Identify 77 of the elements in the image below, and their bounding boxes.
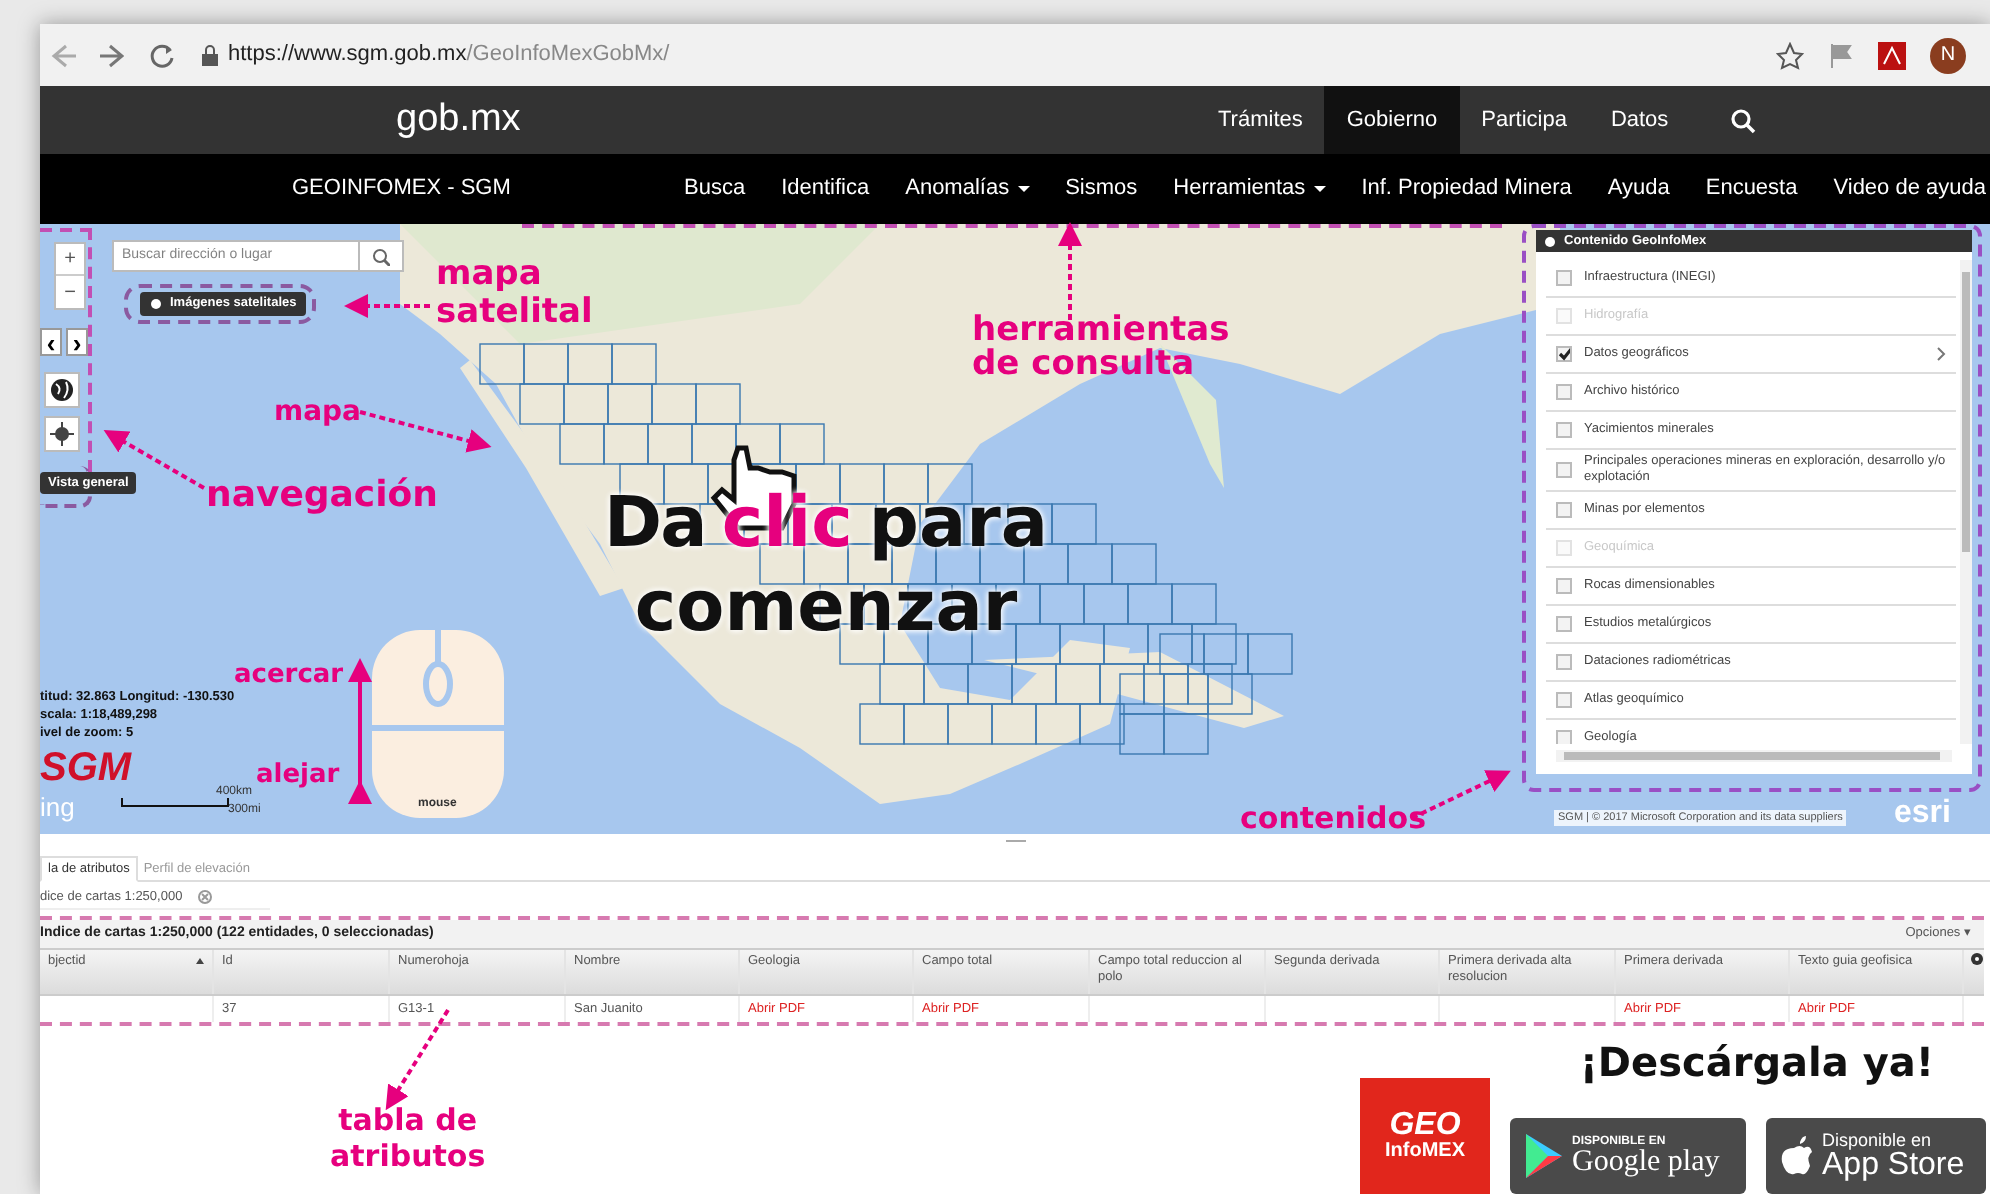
- nav-link[interactable]: Identifica: [781, 172, 870, 206]
- checkbox[interactable]: [1556, 578, 1572, 594]
- header-link[interactable]: Datos: [1588, 86, 1691, 154]
- search-button[interactable]: [360, 240, 404, 272]
- layer-dot-icon: [150, 298, 162, 310]
- caret-icon: [1313, 186, 1326, 192]
- column-settings-icon: [1970, 952, 1984, 966]
- sgm-logo: SGM: [40, 748, 132, 788]
- zoom-in-button[interactable]: +: [56, 244, 84, 276]
- checkbox[interactable]: [1556, 654, 1572, 670]
- annotation-label: alejar: [256, 758, 340, 794]
- nav-link[interactable]: Encuesta: [1705, 172, 1798, 206]
- app-title[interactable]: GEOINFOMEX - SGM: [292, 172, 684, 206]
- nav-link[interactable]: Herramientas: [1173, 172, 1326, 206]
- play-store-icon: [1526, 1134, 1562, 1178]
- chevron-right-icon: [1936, 346, 1946, 362]
- checkmark-icon: [1558, 346, 1570, 362]
- next-extent-button[interactable]: ›: [66, 328, 88, 356]
- scale-bar: [120, 794, 232, 808]
- annotation-label: tabla de atributos: [330, 1102, 486, 1174]
- nav-link[interactable]: Inf. Propiedad Minera: [1361, 172, 1572, 206]
- call-to-action-text[interactable]: para: [868, 484, 1048, 564]
- app-store-badge[interactable]: Disponible en App Store: [1766, 1118, 1986, 1194]
- bing-logo: ing: [40, 794, 75, 820]
- checkbox[interactable]: [1556, 384, 1572, 400]
- annotation-label: acercar: [234, 658, 344, 694]
- header-link[interactable]: Trámites: [1196, 86, 1325, 154]
- close-icon: [198, 890, 213, 904]
- locate-button[interactable]: [44, 416, 80, 452]
- url-field[interactable]: https://www.sgm.gob.mx/GeoInfoMexGobMx/: [228, 38, 670, 72]
- gob-logo[interactable]: gob.mx: [396, 91, 1196, 149]
- reload-icon: [148, 41, 176, 69]
- forward-icon: [100, 41, 124, 69]
- flag-icon: [1828, 41, 1854, 69]
- annotation-label: herramientas de consulta: [972, 314, 1230, 382]
- annotation-label: navegación: [206, 472, 438, 520]
- checkbox[interactable]: [1556, 502, 1572, 518]
- checkbox[interactable]: [1556, 616, 1572, 632]
- annotation-label: mapa satelital: [436, 256, 593, 332]
- vertical-scrollbar[interactable]: [1960, 260, 1972, 744]
- checkbox[interactable]: [1556, 730, 1572, 744]
- checkbox[interactable]: [1556, 462, 1572, 478]
- layer-dot-icon: [1544, 235, 1556, 247]
- annotation-arrow: [344, 294, 430, 318]
- caret-icon: [1017, 186, 1030, 192]
- previous-extent-button[interactable]: ‹: [40, 328, 62, 356]
- annotation-label: contenidos: [1240, 798, 1427, 840]
- checkbox[interactable]: [1556, 692, 1572, 708]
- zoom-out-button[interactable]: −: [56, 276, 84, 308]
- search-icon: [1730, 107, 1757, 133]
- checkbox[interactable]: [1556, 346, 1572, 362]
- lock-icon: [200, 43, 220, 67]
- annotation-label: mapa: [274, 394, 362, 432]
- globe-icon: [50, 378, 74, 402]
- profile-avatar[interactable]: N: [1930, 37, 1966, 73]
- crosshair-icon: [50, 422, 74, 446]
- nav-link[interactable]: Ayuda: [1607, 172, 1670, 206]
- star-icon: [1776, 41, 1804, 69]
- checkbox[interactable]: [1556, 270, 1572, 286]
- checkbox[interactable]: [1556, 422, 1572, 438]
- esri-logo: esri: [1894, 798, 1951, 830]
- back-icon: [48, 41, 76, 69]
- search-icon: [372, 247, 390, 265]
- download-heading: ¡Descárgala ya!: [1579, 1038, 1934, 1086]
- nav-link[interactable]: Busca: [684, 172, 746, 206]
- header-link[interactable]: Gobierno: [1324, 86, 1460, 154]
- geoinfomex-app-logo: GEO InfoMEX: [1360, 1078, 1490, 1194]
- nav-link[interactable]: Video de ayuda: [1833, 172, 1986, 206]
- pdf-extension-icon: [1878, 41, 1906, 69]
- globe-button[interactable]: [44, 372, 80, 408]
- apple-icon: [1778, 1136, 1812, 1176]
- header-link[interactable]: Participa: [1459, 86, 1589, 154]
- horizontal-scrollbar[interactable]: [1556, 750, 1952, 762]
- annotation-arrow: [359, 410, 492, 453]
- nav-link[interactable]: Sismos: [1065, 172, 1138, 206]
- nav-link[interactable]: Anomalías: [905, 172, 1030, 206]
- sort-icon: [196, 958, 204, 964]
